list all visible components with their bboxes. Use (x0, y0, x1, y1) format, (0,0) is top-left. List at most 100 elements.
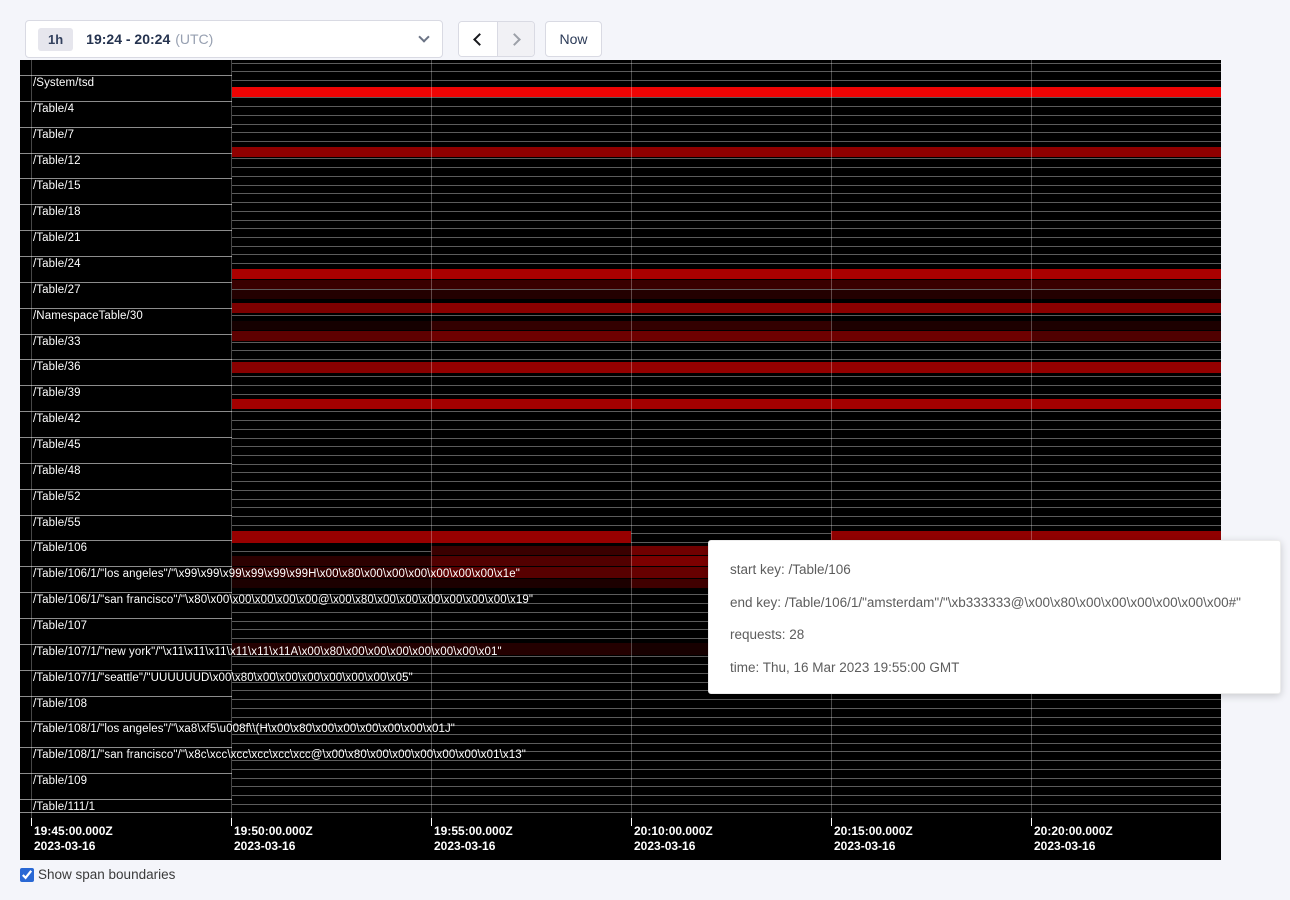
span-label: /Table/108/1/"san francisco"/"\x8c\xcc\x… (33, 749, 526, 761)
span-boundary-line (232, 769, 1221, 770)
span-label: /Table/107/1/"seattle"/"UUUUUUD\x00\x80\… (33, 672, 413, 684)
span-label: /Table/106/1/"san francisco"/"\x80\x00\x… (33, 594, 533, 606)
span-boundary-line (20, 437, 232, 438)
span-boundary-line (20, 799, 232, 800)
span-label: /System/tsd (33, 77, 94, 89)
span-label: /Table/108 (33, 698, 87, 710)
span-boundary-line (232, 63, 1221, 64)
time-gridline (1031, 60, 1032, 818)
span-boundary-line (20, 773, 232, 774)
span-boundary-line (232, 420, 1221, 421)
span-boundary-line (232, 507, 1221, 508)
span-label: /Table/7 (33, 129, 74, 141)
span-boundary-line (232, 376, 1221, 377)
heat-band (631, 579, 708, 588)
heat-band (431, 556, 631, 566)
span-boundary-line (232, 176, 1221, 177)
span-boundary-line (232, 429, 1221, 430)
span-boundary-line (232, 71, 1221, 72)
time-gridline (431, 60, 432, 818)
heat-band (232, 556, 431, 566)
span-boundary-line (232, 211, 1221, 212)
tooltip-time: time: Thu, 16 Mar 2023 19:55:00 GMT (730, 658, 1259, 678)
span-boundary-line (232, 699, 1221, 700)
axis-label: 19:50:00.000Z2023-03-16 (234, 824, 313, 854)
span-boundary-line (232, 193, 1221, 194)
heat-band (232, 290, 1221, 299)
span-label: /Table/106/1/"los angeles"/"\x99\x99\x99… (33, 568, 520, 580)
span-label: /Table/4 (33, 103, 74, 115)
key-visualizer-canvas[interactable]: /System/tsd/Table/4/Table/7/Table/12/Tab… (20, 60, 1221, 860)
heat-band (631, 546, 708, 555)
span-label: /Table/12 (33, 155, 81, 167)
span-boundary-line (20, 385, 232, 386)
span-boundary-line (232, 812, 1221, 813)
axis-tick (631, 818, 632, 826)
span-boundary-line (20, 463, 232, 464)
span-label: /Table/36 (33, 361, 81, 373)
span-label: /Table/15 (33, 180, 81, 192)
span-boundary-line (232, 490, 1221, 491)
span-boundary-line (20, 515, 232, 516)
span-label: /Table/109 (33, 775, 87, 787)
span-boundary-line (232, 246, 1221, 247)
next-time-button[interactable] (497, 22, 535, 56)
axis-tick (431, 818, 432, 826)
span-boundary-line (232, 80, 1221, 81)
span-label: /Table/107 (33, 620, 87, 632)
span-boundary-line (232, 385, 1221, 386)
span-label: /Table/42 (33, 413, 81, 425)
span-boundary-line (20, 566, 232, 567)
span-boundary-line (20, 75, 232, 76)
span-boundary-line (232, 481, 1221, 482)
prev-time-button[interactable] (459, 22, 497, 56)
span-boundary-line (232, 708, 1221, 709)
span-boundary-line (232, 254, 1221, 255)
span-boundary-line (20, 178, 232, 179)
heat-band (431, 303, 1221, 313)
span-boundary-line (232, 472, 1221, 473)
span-boundary-line (20, 101, 232, 102)
span-label: /Table/107/1/"new york"/"\x11\x11\x11\x1… (33, 646, 502, 658)
show-span-boundaries-row: Show span boundaries (20, 867, 175, 882)
now-button[interactable]: Now (545, 21, 602, 57)
span-boundary-line (232, 438, 1221, 439)
span-boundary-line (232, 743, 1221, 744)
span-boundary-line (232, 350, 1221, 351)
span-boundary-line (232, 795, 1221, 796)
span-boundary-line (20, 592, 232, 593)
heat-band (232, 147, 1221, 157)
axis-tick (831, 818, 832, 826)
span-boundary-line (232, 359, 1221, 360)
span-boundary-line (20, 721, 232, 722)
span-label: /Table/108/1/"los angeles"/"\xa8\xf5\u00… (33, 723, 455, 735)
time-gridline (31, 60, 32, 818)
heat-band (631, 567, 708, 578)
span-label: /Table/52 (33, 491, 81, 503)
span-boundary-line (232, 315, 1221, 316)
span-boundary-line (20, 308, 232, 309)
span-boundary-line (232, 786, 1221, 787)
heat-band (232, 87, 1221, 97)
heat-band (232, 362, 431, 373)
span-boundary-line (232, 115, 1221, 116)
span-label: /Table/55 (33, 517, 81, 529)
heat-band (232, 331, 431, 341)
tooltip-start-key: start key: /Table/106 (730, 560, 1259, 580)
heat-band (431, 546, 631, 555)
span-boundary-line (232, 228, 1221, 229)
span-boundary-line (232, 141, 1221, 142)
span-boundary-line (232, 516, 1221, 517)
span-boundary-line (232, 464, 1221, 465)
show-span-boundaries-checkbox[interactable] (20, 868, 34, 882)
time-range-select[interactable]: 1h 19:24 - 20:24 (UTC) (25, 20, 443, 58)
span-boundary-line (232, 202, 1221, 203)
heat-band (232, 280, 1221, 289)
axis-tick (1031, 818, 1032, 826)
heat-band (631, 556, 708, 566)
span-label: /Table/18 (33, 206, 81, 218)
time-range-text: 19:24 - 20:24 (86, 31, 170, 47)
span-boundary-line (232, 220, 1221, 221)
chevron-down-icon (418, 31, 429, 42)
heat-band (232, 321, 431, 330)
